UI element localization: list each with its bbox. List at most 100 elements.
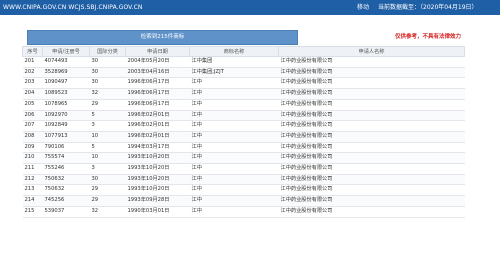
trademark-name-link[interactable]: 江中: [189, 77, 279, 90]
trademark-name-link[interactable]: 江中: [189, 184, 279, 197]
table-row: 201 4074493 30 2004年05月20日 江中集团 江中药业股份有限公司: [22, 56, 465, 68]
registration-number-link[interactable]: 755246: [42, 163, 90, 175]
row-applicant-cell: 江中药业股份有限公司: [278, 142, 465, 154]
row-seq-cell: 213: [22, 184, 43, 197]
row-class-cell: 29: [89, 184, 126, 197]
table-header-row: 序号 申请/注册号 国际分类 申请日期 商标名称 申请人名称: [22, 46, 465, 57]
row-date-cell: 1993年10月20日: [125, 152, 190, 165]
row-date-cell: 1993年10月20日: [125, 163, 190, 175]
row-seq-cell: 205: [22, 99, 43, 111]
row-class-cell: 10: [89, 131, 126, 143]
row-class-cell: 10: [89, 152, 126, 165]
column-header-date: 申请日期: [125, 46, 190, 57]
trademark-name-link[interactable]: 江中: [189, 206, 279, 218]
trademark-name-link[interactable]: 江中: [189, 174, 279, 186]
table-row: 213 750632 29 1993年10月20日 江中 江中药业股份有限公司: [22, 184, 465, 197]
table-row: 214 745256 29 1993年09月28日 江中 江中药业股份有限公司: [22, 195, 465, 207]
row-seq-cell: 202: [22, 67, 43, 79]
registration-number-link[interactable]: 1090497: [42, 77, 90, 90]
trademark-results-table: 序号 申请/注册号 国际分类 申请日期 商标名称 申请人名称 201 407449…: [22, 46, 465, 218]
row-seq-cell: 211: [22, 163, 43, 175]
table-row: 215 539037 32 1990年03月01日 江中 江中药业股份有限公司: [22, 206, 465, 218]
row-date-cell: 1990年03月01日: [125, 206, 190, 218]
row-applicant-cell: 江中药业股份有限公司: [278, 206, 465, 218]
row-applicant-cell: 江中药业股份有限公司: [278, 184, 465, 197]
registration-number-link[interactable]: 1089523: [42, 88, 90, 100]
registration-number-link[interactable]: 4074493: [42, 56, 90, 68]
column-header-reg-no: 申请/注册号: [42, 46, 90, 57]
row-seq-cell: 209: [22, 142, 43, 154]
row-class-cell: 30: [89, 67, 126, 79]
row-class-cell: 5: [89, 110, 126, 122]
table-row: 205 1078965 29 1996年06月17日 江中 江中药业股份有限公司: [22, 99, 465, 111]
row-date-cell: 1996年02月01日: [125, 120, 190, 132]
row-class-cell: 29: [89, 195, 126, 207]
row-applicant-cell: 江中药业股份有限公司: [278, 110, 465, 122]
row-seq-cell: 214: [22, 195, 43, 207]
registration-number-link[interactable]: 3528969: [42, 67, 90, 79]
row-class-cell: 3: [89, 163, 126, 175]
row-class-cell: 30: [89, 56, 126, 68]
trademark-name-link[interactable]: 江中: [189, 163, 279, 175]
table-row: 209 790106 5 1994年03月17日 江中 江中药业股份有限公司: [22, 142, 465, 154]
row-date-cell: 2004年05月20日: [125, 56, 190, 68]
table-row: 202 3528969 30 2003年04月16日 江中集团;JZJT 江中药业股份有限…: [22, 67, 465, 79]
row-date-cell: 1996年02月01日: [125, 131, 190, 143]
row-applicant-cell: 江中药业股份有限公司: [278, 152, 465, 165]
row-class-cell: 32: [89, 88, 126, 100]
trademark-name-link[interactable]: 江中: [189, 131, 279, 143]
registration-number-link[interactable]: 790106: [42, 142, 90, 154]
table-row: 211 755246 3 1993年10月20日 江中 江中药业股份有限公司: [22, 163, 465, 175]
trademark-name-link[interactable]: 江中: [189, 152, 279, 165]
trademark-name-link[interactable]: 江中: [189, 195, 279, 207]
row-class-cell: 3: [89, 120, 126, 132]
registration-number-link[interactable]: 1092970: [42, 110, 90, 122]
mobile-link[interactable]: 移动: [357, 0, 369, 15]
row-applicant-cell: 江中药业股份有限公司: [278, 99, 465, 111]
row-date-cell: 2003年04月16日: [125, 67, 190, 79]
trademark-name-link[interactable]: 江中: [189, 142, 279, 154]
row-applicant-cell: 江中药业股份有限公司: [278, 120, 465, 132]
row-class-cell: 29: [89, 99, 126, 111]
trademark-name-link[interactable]: 江中集团: [189, 56, 279, 68]
row-applicant-cell: 江中药业股份有限公司: [278, 131, 465, 143]
row-applicant-cell: 江中药业股份有限公司: [278, 56, 465, 68]
data-date-text: 当前数据截至：（2020年04月19日）: [378, 4, 478, 11]
trademark-name-link[interactable]: 江中: [189, 120, 279, 132]
row-date-cell: 1996年02月01日: [125, 110, 190, 122]
row-class-cell: 32: [89, 206, 126, 218]
registration-number-link[interactable]: 750632: [42, 184, 90, 197]
row-applicant-cell: 江中药业股份有限公司: [278, 88, 465, 100]
site-url-text[interactable]: WWW.CNIPA.GOV.CN WCJS.SBJ.CNIPA.GOV.CN: [3, 0, 142, 15]
site-header-bar: WWW.CNIPA.GOV.CN WCJS.SBJ.CNIPA.GOV.CN 移…: [0, 0, 500, 15]
row-date-cell: 1994年03月17日: [125, 142, 190, 154]
table-row: 204 1089523 32 1996年06月17日 江中 江中药业股份有限公司: [22, 88, 465, 100]
trademark-name-link[interactable]: 江中: [189, 110, 279, 122]
registration-number-link[interactable]: 755574: [42, 152, 90, 165]
trademark-name-link[interactable]: 江中: [189, 99, 279, 111]
row-applicant-cell: 江中药业股份有限公司: [278, 67, 465, 79]
trademark-name-link[interactable]: 江中集团;JZJT: [189, 67, 279, 79]
registration-number-link[interactable]: 1078965: [42, 99, 90, 111]
row-date-cell: 1996年06月17日: [125, 88, 190, 100]
row-seq-cell: 203: [22, 77, 43, 90]
registration-number-link[interactable]: 1077913: [42, 131, 90, 143]
row-class-cell: 5: [89, 142, 126, 154]
row-seq-cell: 215: [22, 206, 43, 218]
registration-number-link[interactable]: 745256: [42, 195, 90, 207]
registration-number-link[interactable]: 750632: [42, 174, 90, 186]
table-body: 201 4074493 30 2004年05月20日 江中集团 江中药业股份有限公司 202…: [22, 56, 465, 218]
row-date-cell: 1996年06月17日: [125, 77, 190, 90]
registration-number-link[interactable]: 539037: [42, 206, 90, 218]
registration-number-link[interactable]: 1092849: [42, 120, 90, 132]
row-seq-cell: 207: [22, 120, 43, 132]
row-seq-cell: 208: [22, 131, 43, 143]
row-date-cell: 1996年06月17日: [125, 99, 190, 111]
row-class-cell: 30: [89, 77, 126, 90]
disclaimer-text: 仅供参考，不具有法律效力: [395, 34, 462, 40]
row-seq-cell: 206: [22, 110, 43, 122]
row-seq-cell: 204: [22, 88, 43, 100]
trademark-name-link[interactable]: 江中: [189, 88, 279, 100]
table-row: 207 1092849 3 1996年02月01日 江中 江中药业股份有限公司: [22, 120, 465, 132]
row-seq-cell: 212: [22, 174, 43, 186]
